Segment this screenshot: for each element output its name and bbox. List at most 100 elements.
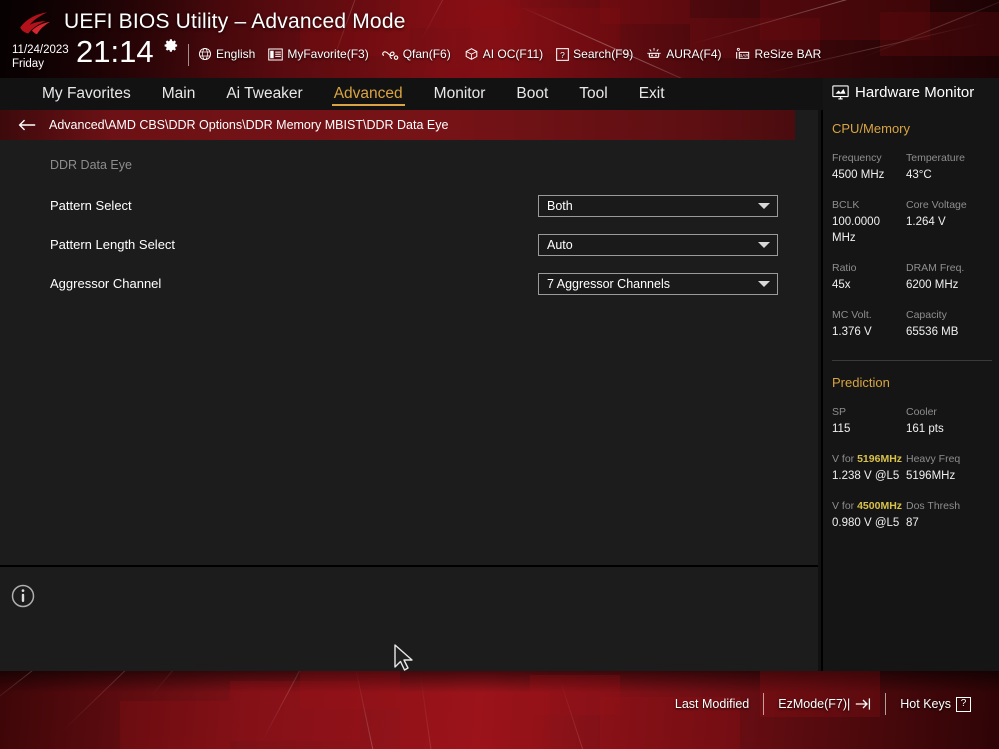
tab-ai-tweaker[interactable]: Ai Tweaker [224, 83, 304, 105]
language-button[interactable]: English [198, 47, 255, 61]
metric-key: Ratio [832, 262, 857, 274]
metric-key: Heavy Freq [906, 453, 961, 465]
settings-list: DDR Data Eye Pattern Select Both Pattern… [0, 140, 818, 303]
bios-screen: UEFI BIOS Utility – Advanced Mode 11/24/… [0, 0, 999, 749]
metric-key: V for 5196MHz [832, 453, 903, 465]
search-label: Search(F9) [573, 47, 634, 61]
sidebar-group-prediction-title: Prediction [832, 375, 890, 390]
aura-button[interactable]: AURA(F4) [646, 47, 722, 61]
metric-value: 1.264 V [906, 216, 946, 228]
tab-tool[interactable]: Tool [577, 83, 609, 105]
metric-value: 45x [832, 279, 851, 291]
breadcrumb-path: Advanced\AMD CBS\DDR Options\DDR Memory … [49, 118, 449, 132]
setting-row-pattern-length-select[interactable]: Pattern Length Select Auto [0, 225, 818, 264]
sidebar-divider [832, 360, 992, 361]
qfan-label: Qfan(F6) [402, 47, 451, 61]
info-circle-icon [11, 584, 35, 608]
ai-oc-label: AI OC(F11) [482, 47, 544, 61]
globe-icon [198, 47, 212, 61]
mouse-pointer-icon [394, 644, 413, 671]
myfavorite-button[interactable]: MyFavorite(F3) [268, 47, 369, 61]
aggressor-channel-value: 7 Aggressor Channels [547, 276, 670, 291]
metric-key-highlight: 5196MHz [857, 453, 903, 465]
main-content-panel: Advanced\AMD CBS\DDR Options\DDR Memory … [0, 110, 818, 565]
tab-main[interactable]: Main [160, 83, 198, 105]
metric-value: 87 [906, 517, 919, 529]
metric-key: Capacity [906, 309, 947, 321]
back-arrow-icon[interactable] [18, 118, 36, 132]
pattern-select-value: Both [547, 198, 573, 213]
favorites-list-icon [268, 48, 284, 61]
metric-value: 43°C [906, 169, 932, 181]
svg-text:BAR: BAR [739, 53, 749, 58]
monitor-row: V for 5196MHz 1.238 V @L5 Heavy Freq 519… [832, 452, 999, 484]
resize-bar-button[interactable]: BAR ReSize BAR [735, 47, 822, 61]
tab-exit[interactable]: Exit [637, 83, 667, 105]
hot-keys-button[interactable]: Hot Keys ? [886, 696, 985, 712]
gear-icon[interactable] [164, 38, 179, 53]
aura-light-icon [647, 48, 661, 58]
tab-monitor[interactable]: Monitor [432, 83, 488, 105]
metric-key: BCLK [832, 199, 860, 211]
search-button[interactable]: ? Search(F9) [556, 47, 633, 61]
monitor-row: MC Volt. 1.376 V Capacity 65536 MB [832, 308, 999, 340]
setting-row-pattern-select[interactable]: Pattern Select Both [0, 186, 818, 225]
tab-boot[interactable]: Boot [514, 83, 550, 105]
metric-key: DRAM Freq. [906, 262, 965, 274]
metric-value: 4500 MHz [832, 169, 885, 181]
question-box-icon: ? [956, 696, 971, 712]
clock-text: 21:14 [76, 34, 154, 69]
last-modified-button[interactable]: Last Modified [661, 697, 763, 711]
search-question-icon: ? [556, 47, 570, 61]
setting-label: Aggressor Channel [50, 276, 162, 291]
weekday-text: Friday [12, 58, 44, 70]
language-label: English [216, 47, 256, 61]
metric-value: 115 [832, 423, 851, 435]
monitor-icon [832, 85, 849, 100]
breadcrumb[interactable]: Advanced\AMD CBS\DDR Options\DDR Memory … [0, 110, 795, 140]
aura-label: AURA(F4) [666, 47, 722, 61]
svg-text:?: ? [560, 49, 565, 59]
enter-arrow-icon [856, 698, 871, 710]
metric-key: MC Volt. [832, 309, 872, 321]
metric-value: 0.980 V @L5 [832, 517, 900, 529]
resize-bar-label: ReSize BAR [754, 47, 822, 61]
metric-value: 1.376 V [832, 326, 872, 338]
metric-value: 65536 MB [906, 326, 959, 338]
hardware-monitor-sidebar: Hardware Monitor CPU/Memory Frequency 45… [823, 78, 999, 671]
chevron-down-icon [758, 280, 770, 287]
pattern-select-dropdown[interactable]: Both [538, 194, 778, 217]
tab-advanced[interactable]: Advanced [331, 83, 405, 106]
monitor-row: SP 115 Cooler 161 pts [832, 405, 999, 437]
ai-oc-button[interactable]: AI OC(F11) [464, 47, 543, 61]
metric-key: Temperature [906, 152, 965, 164]
date-text: 11/24/2023 [12, 44, 69, 56]
chevron-down-icon [758, 241, 770, 248]
aggressor-channel-dropdown[interactable]: 7 Aggressor Channels [538, 272, 778, 295]
metric-key: Cooler [906, 406, 937, 418]
setting-label: Pattern Select [50, 198, 132, 213]
monitor-row: Ratio 45x DRAM Freq. 6200 MHz [832, 261, 999, 293]
metric-key: SP [832, 406, 847, 418]
metric-key: Frequency [832, 152, 882, 164]
monitor-row: Frequency 4500 MHz Temperature 43°C [832, 151, 999, 183]
metric-value: 6200 MHz [906, 279, 959, 291]
qfan-button[interactable]: Qfan(F6) [381, 47, 451, 61]
metric-key: Dos Thresh [906, 500, 961, 512]
setting-row-aggressor-channel[interactable]: Aggressor Channel 7 Aggressor Channels [0, 264, 818, 303]
metric-value: 1.238 V @L5 [832, 470, 900, 482]
footer-bar: Last Modified EzMode(F7)| Hot Keys ? Ver… [0, 671, 999, 749]
pattern-length-select-value: Auto [547, 237, 573, 252]
ezmode-button[interactable]: EzMode(F7)| [764, 697, 885, 711]
metric-value: 100.0000 MHz [832, 216, 880, 244]
section-title: DDR Data Eye [50, 158, 132, 172]
rog-logo-icon [20, 12, 51, 35]
page-title: UEFI BIOS Utility – Advanced Mode [64, 10, 406, 33]
metric-value: 5196MHz [906, 470, 956, 482]
metric-key-highlight: 4500MHz [857, 500, 903, 512]
tab-my-favorites[interactable]: My Favorites [40, 83, 133, 105]
setting-label: Pattern Length Select [50, 237, 176, 252]
pattern-length-select-dropdown[interactable]: Auto [538, 233, 778, 256]
header-divider [188, 44, 189, 66]
footer-actions: Last Modified EzMode(F7)| Hot Keys ? [661, 693, 985, 715]
